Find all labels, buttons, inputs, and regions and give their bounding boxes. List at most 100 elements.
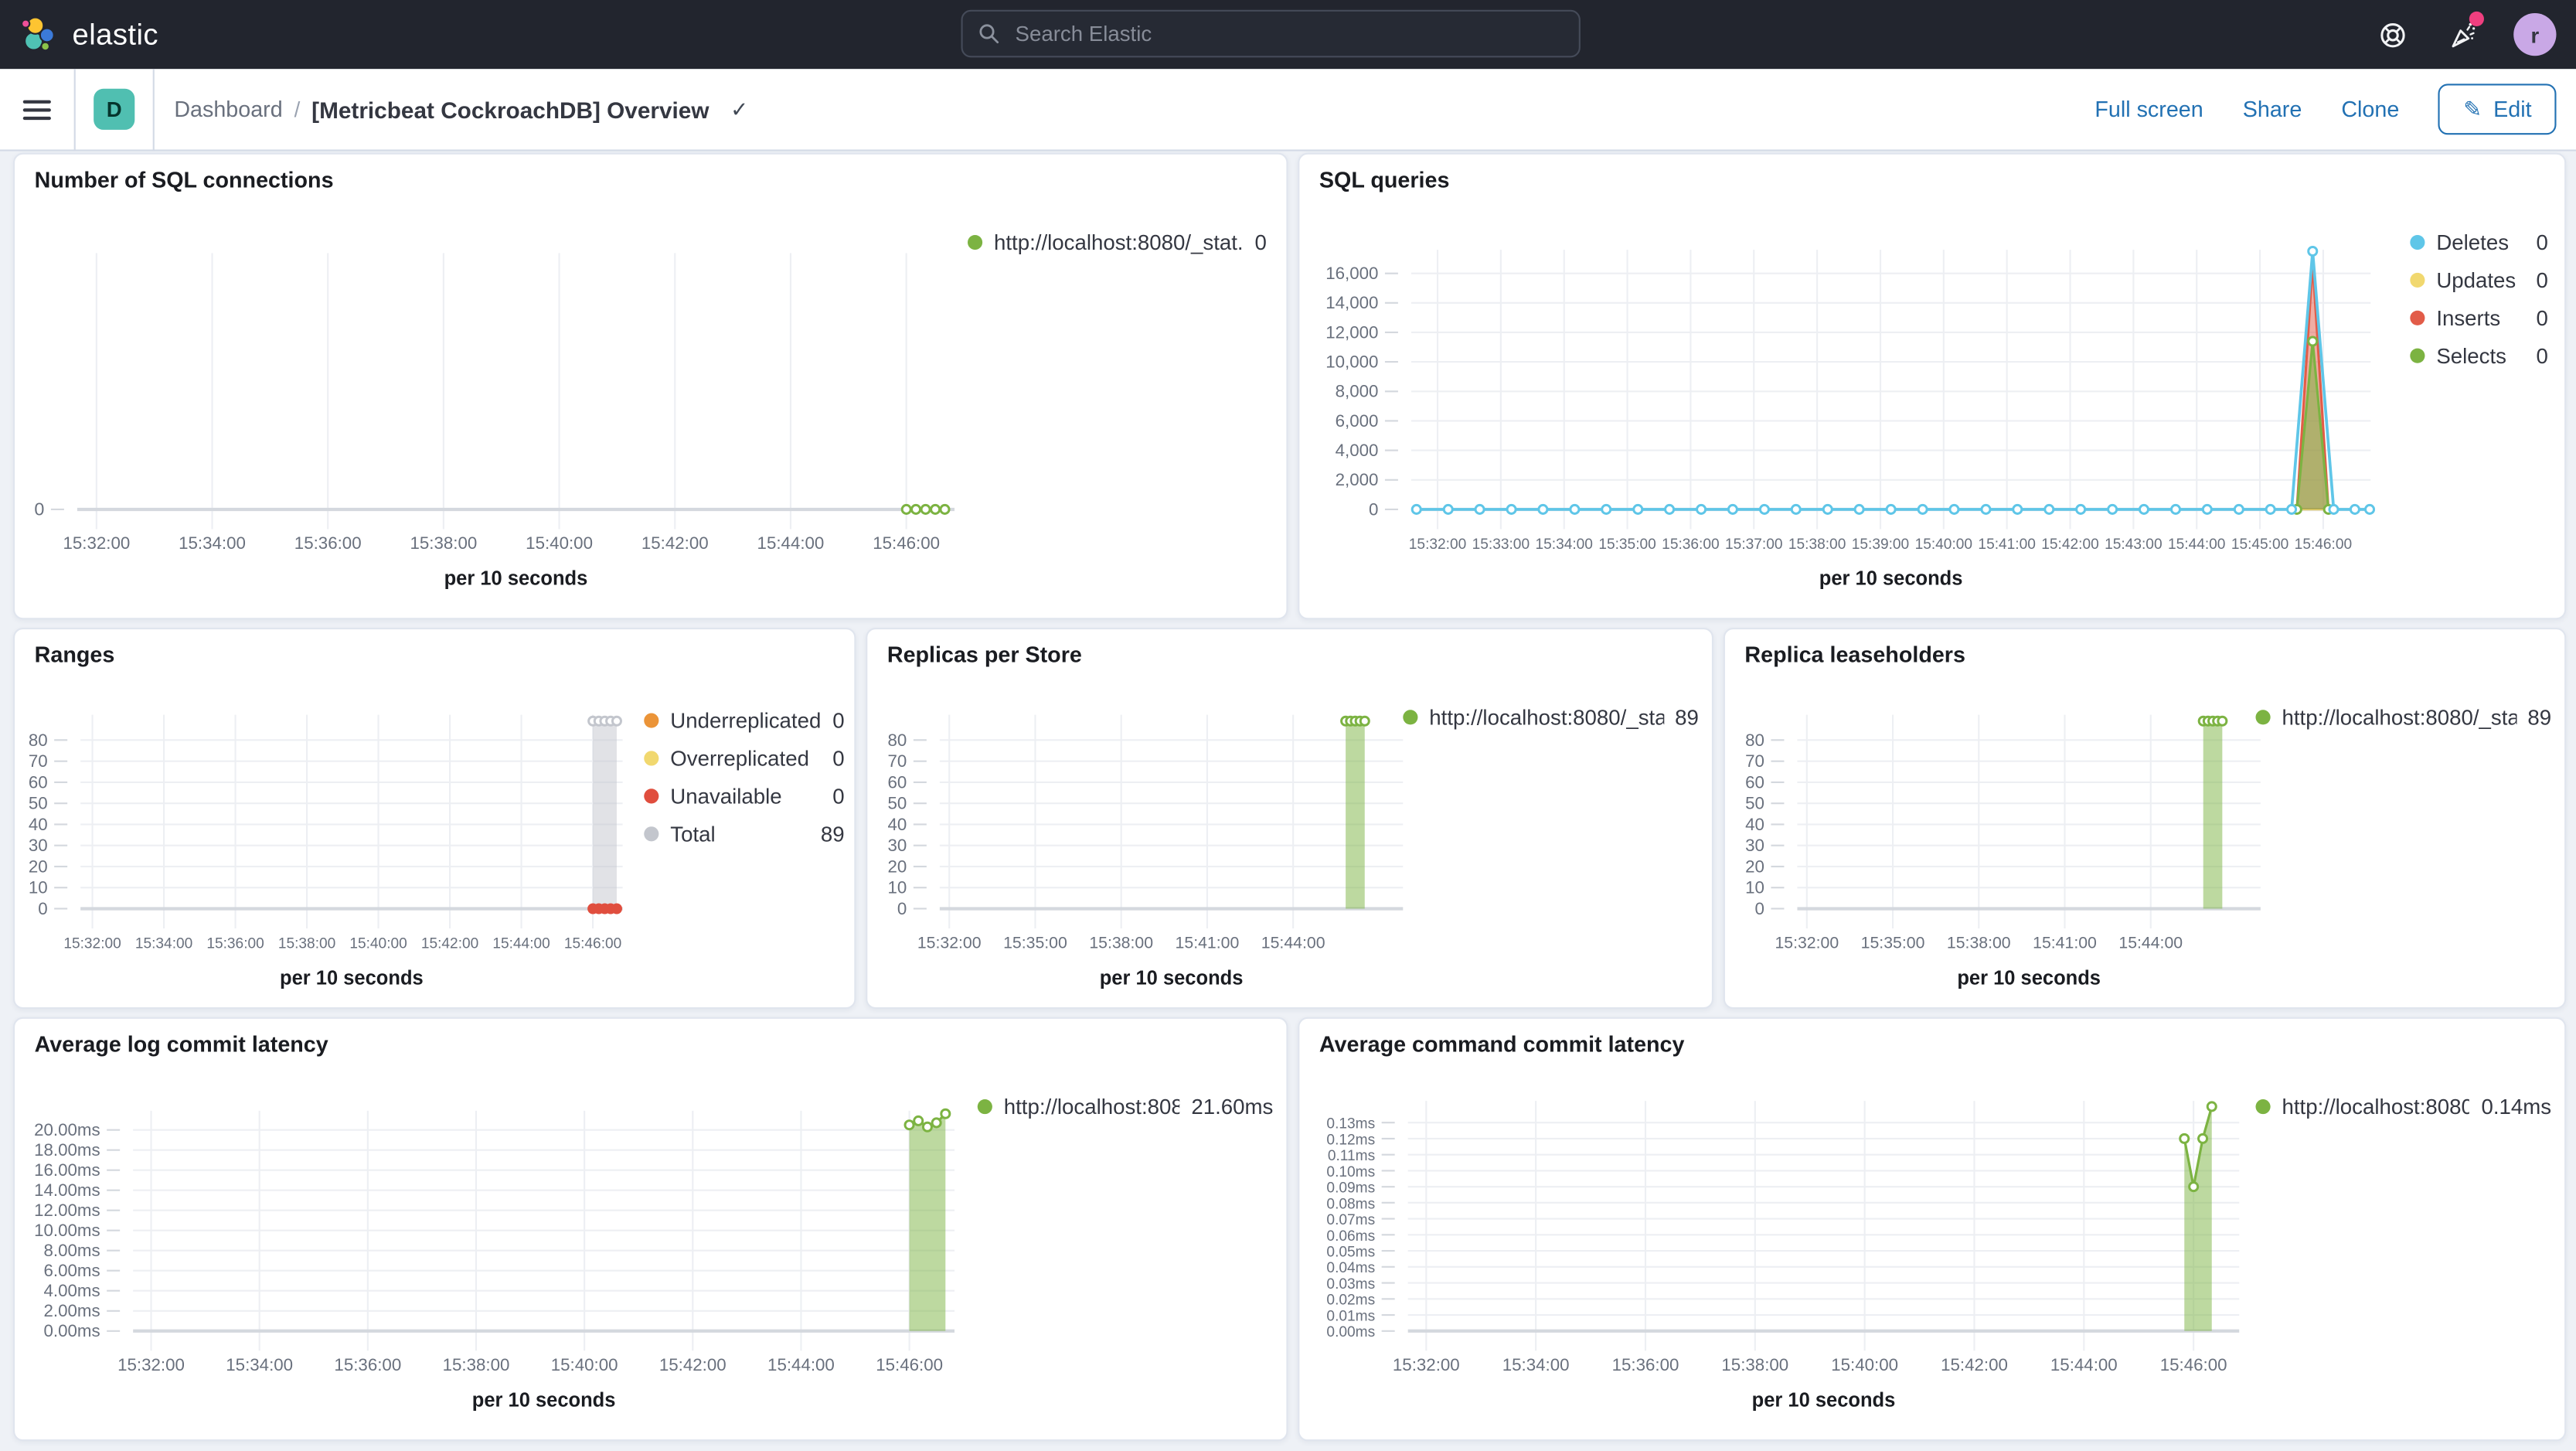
legend-item[interactable]: Inserts 0 xyxy=(2410,305,2548,330)
svg-text:40: 40 xyxy=(1745,815,1764,834)
search-input[interactable] xyxy=(1012,19,1564,48)
full-screen-button[interactable]: Full screen xyxy=(2094,97,2203,121)
svg-text:15:41:00: 15:41:00 xyxy=(2033,933,2097,952)
svg-text:15:40:00: 15:40:00 xyxy=(1915,536,1972,553)
svg-text:60: 60 xyxy=(888,772,907,792)
legend-item[interactable]: http://localhost:8080/_sta... 89 xyxy=(1403,705,1699,730)
svg-text:30: 30 xyxy=(29,836,48,855)
legend-item[interactable]: http://localhost:808... 21.60ms xyxy=(977,1094,1274,1119)
svg-text:15:38:00: 15:38:00 xyxy=(1721,1355,1788,1374)
brand-text: elastic xyxy=(72,17,158,50)
edit-button[interactable]: ✎ Edit xyxy=(2438,83,2557,135)
breadcrumb-separator: / xyxy=(294,97,301,122)
legend-dot-icon xyxy=(2255,710,2271,725)
svg-text:15:34:00: 15:34:00 xyxy=(1502,1355,1570,1374)
svg-text:15:46:00: 15:46:00 xyxy=(564,935,621,952)
svg-text:0: 0 xyxy=(34,499,44,519)
svg-text:15:35:00: 15:35:00 xyxy=(1003,933,1067,952)
menu-button[interactable] xyxy=(22,99,51,120)
svg-text:15:36:00: 15:36:00 xyxy=(334,1355,401,1374)
svg-text:70: 70 xyxy=(1745,751,1764,771)
svg-text:0.02ms: 0.02ms xyxy=(1326,1293,1375,1309)
legend-value: 0 xyxy=(2536,230,2548,255)
svg-text:15:38:00: 15:38:00 xyxy=(410,533,478,553)
title-check-icon[interactable]: ✓ xyxy=(730,96,748,122)
share-button[interactable]: Share xyxy=(2243,97,2302,121)
elastic-logo[interactable]: elastic xyxy=(0,15,158,54)
legend-item[interactable]: Unavailable 0 xyxy=(644,784,845,809)
legend-label: http://localhost:808... xyxy=(1003,1094,1180,1119)
legend-label: http://localhost:8080/_sta... xyxy=(2282,704,2516,730)
svg-text:15:32:00: 15:32:00 xyxy=(117,1355,185,1374)
svg-text:50: 50 xyxy=(1745,794,1764,813)
svg-text:0.08ms: 0.08ms xyxy=(1326,1196,1375,1212)
legend-item[interactable]: Underreplicated 0 xyxy=(644,708,845,734)
panel-average-log-commit-latency[interactable]: Average log commit latency 15:32:00 15:34… xyxy=(13,1017,1288,1442)
svg-text:15:44:00: 15:44:00 xyxy=(2168,536,2225,553)
svg-text:0.05ms: 0.05ms xyxy=(1326,1245,1375,1261)
legend-label: Selects xyxy=(2436,343,2506,369)
svg-text:10: 10 xyxy=(888,878,907,898)
legend-item[interactable]: http://localhost:8080... 0.14ms xyxy=(2255,1095,2551,1119)
sql-connections-chart: 15:32:00 15:34:00 15:36:00 15:38:00 15:40:00… xyxy=(34,253,955,590)
svg-text:15:44:00: 15:44:00 xyxy=(2050,1355,2118,1374)
legend-item[interactable]: http://localhost:8080/_stat... 0 xyxy=(968,230,1267,255)
svg-text:15:44:00: 15:44:00 xyxy=(2118,933,2183,952)
panel-ranges[interactable]: Ranges 15:32:00 15:34:00 15:36:00 15:38:00 1… xyxy=(13,627,856,1010)
toolbar-divider xyxy=(73,68,76,151)
legend-value: 0 xyxy=(1254,230,1267,255)
clone-button[interactable]: Clone xyxy=(2341,97,2399,121)
toolbar-actions: Full screen Share Clone ✎ Edit xyxy=(2094,83,2576,135)
svg-text:15:42:00: 15:42:00 xyxy=(659,1355,727,1374)
legend-item[interactable]: Updates 0 xyxy=(2410,267,2548,292)
svg-text:15:34:00: 15:34:00 xyxy=(1535,536,1592,553)
svg-text:15:39:00: 15:39:00 xyxy=(1852,536,1909,553)
legend-label: http://localhost:8080/_stat... xyxy=(994,230,1244,255)
svg-text:per 10 seconds: per 10 seconds xyxy=(1100,967,1244,989)
svg-text:50: 50 xyxy=(888,794,907,813)
replicas-per-store-chart: 15:32:00 15:35:00 15:38:00 15:41:00 15:44:00… xyxy=(888,714,1404,989)
svg-text:15:36:00: 15:36:00 xyxy=(1662,536,1719,553)
space-avatar-default[interactable]: D xyxy=(94,88,135,130)
legend-value: 21.60ms xyxy=(1191,1094,1274,1119)
user-avatar[interactable]: r xyxy=(2513,13,2557,56)
panel-average-command-commit-latency[interactable]: Average command commit latency 15:32:00 1… xyxy=(1298,1017,2567,1442)
page-title: [Metricbeat CockroachDB] Overview xyxy=(311,96,710,123)
svg-text:15:35:00: 15:35:00 xyxy=(1861,933,1925,952)
legend-value: 89 xyxy=(820,821,845,846)
legend-item[interactable]: Overreplicated 0 xyxy=(644,746,845,771)
svg-text:20: 20 xyxy=(888,857,907,876)
svg-text:15:40:00: 15:40:00 xyxy=(551,1355,618,1374)
panel-replicas-per-store[interactable]: Replicas per Store 15:32:00 15:35:00 15:38… xyxy=(866,627,1714,1010)
legend-item[interactable]: http://localhost:8080/_sta... 89 xyxy=(2255,704,2552,730)
newsfeed-button[interactable] xyxy=(2445,11,2484,51)
legend-dot-icon xyxy=(1403,710,1418,725)
legend-dot-icon xyxy=(2410,348,2425,363)
svg-text:0: 0 xyxy=(897,899,907,918)
svg-text:70: 70 xyxy=(29,751,48,771)
panel-sql-queries[interactable]: SQL queries 15:32:00 15:33:00 15:34:00 15:3… xyxy=(1298,152,2567,620)
legend-dot-icon xyxy=(644,826,659,842)
svg-text:15:42:00: 15:42:00 xyxy=(421,935,478,952)
legend-label: Underreplicated xyxy=(670,708,822,734)
legend-dot-icon xyxy=(968,234,983,250)
global-search[interactable] xyxy=(961,9,1581,58)
svg-text:8.00ms: 8.00ms xyxy=(44,1241,100,1260)
legend-item[interactable]: Total 89 xyxy=(644,821,845,846)
legend-item[interactable]: Selects 0 xyxy=(2410,343,2548,368)
svg-text:0.03ms: 0.03ms xyxy=(1326,1276,1375,1293)
panel-number-of-sql-connections[interactable]: Number of SQL connections 15:32:00 15:34:… xyxy=(13,152,1288,620)
breadcrumb-dashboard[interactable]: Dashboard xyxy=(174,97,282,121)
legend-dot-icon xyxy=(2410,310,2425,325)
svg-text:15:45:00: 15:45:00 xyxy=(2231,536,2288,553)
legend-value: 89 xyxy=(2527,704,2552,730)
svg-text:15:38:00: 15:38:00 xyxy=(1089,933,1153,952)
svg-text:10,000: 10,000 xyxy=(1325,353,1378,372)
legend-item[interactable]: Deletes 0 xyxy=(2410,230,2548,255)
panel-title: Average log commit latency xyxy=(34,1031,328,1057)
breadcrumb: Dashboard / [Metricbeat CockroachDB] Ove… xyxy=(174,96,748,122)
svg-text:20: 20 xyxy=(29,857,48,876)
help-button[interactable] xyxy=(2376,18,2409,51)
svg-text:0: 0 xyxy=(1369,499,1378,519)
panel-replica-leaseholders[interactable]: Replica leaseholders 15:32:00 15:35:00 15:… xyxy=(1723,627,2567,1010)
